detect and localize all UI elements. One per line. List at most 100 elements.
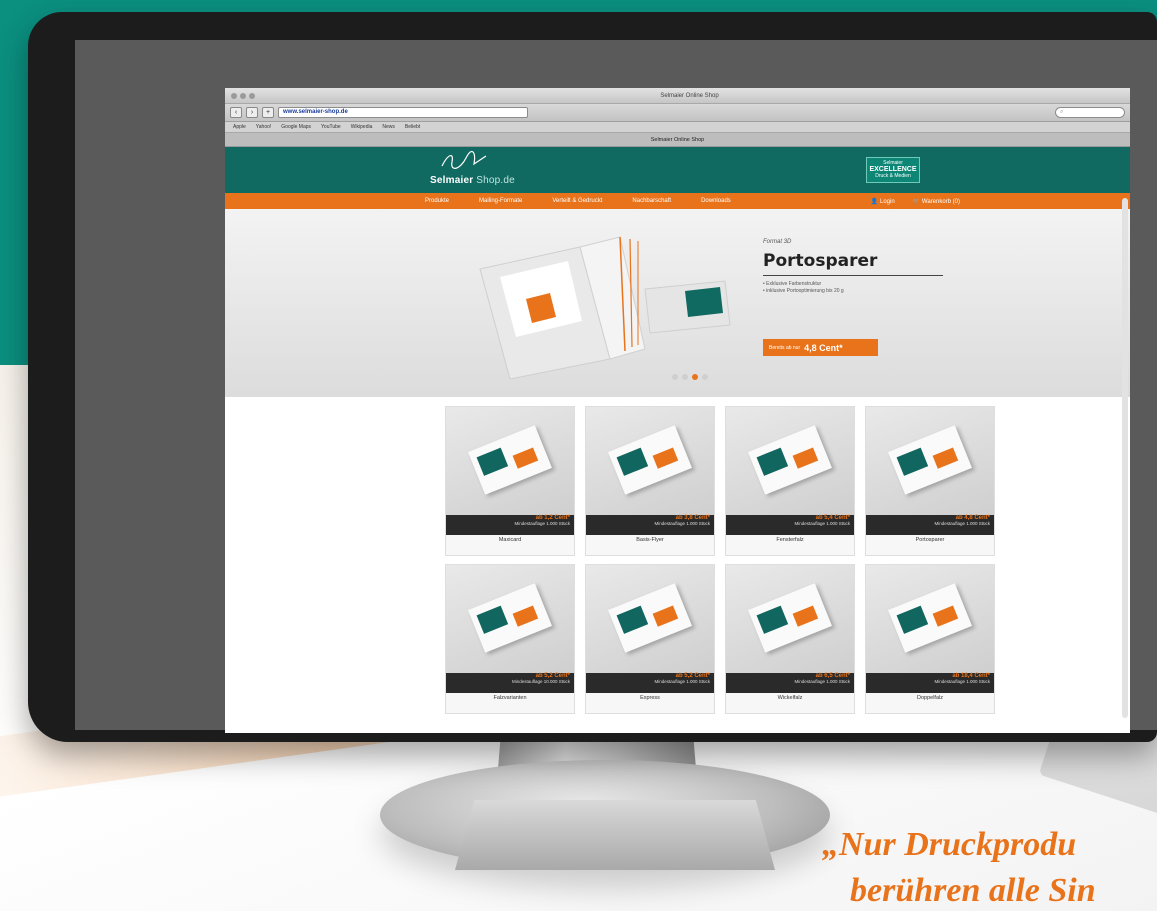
back-button[interactable]: ‹ [230, 107, 242, 118]
hero-slider: Format 3D Portosparer • Exklusive Farben… [225, 209, 1130, 397]
product-name: Express [640, 695, 660, 701]
page-scrollbar[interactable] [1122, 198, 1128, 718]
product-image [726, 407, 854, 515]
cta-label: Bereits ab nur [769, 344, 801, 351]
nav-item[interactable]: Verteilt & Gedruckt [552, 198, 602, 204]
nav-item[interactable]: Produkte [425, 198, 449, 204]
product-min-order: Mindestauflage 1.000 Stück [934, 679, 990, 684]
logo-name: Selmaier [430, 175, 474, 186]
window-title: Selmaier Online Shop [660, 92, 719, 99]
product-min-order: Mindestauflage 1.000 Stück [794, 521, 850, 526]
screen: Selmaier Online Shop ‹ › + www.selmaier-… [225, 88, 1130, 733]
nav-item[interactable]: Downloads [701, 198, 731, 204]
cart-link[interactable]: 🛒 Warenkorb (0) [913, 198, 960, 205]
hero-divider [763, 275, 943, 276]
slogan-quote: „Nur Druckprodu berühren alle Sin [822, 822, 1157, 911]
product-image [866, 565, 994, 673]
price-bar: ab 5,2 Cent* Mindestauflage 1.000 Stück [586, 673, 714, 693]
hero-bullet: • inklusive Portooptimierung bis 20 g [763, 288, 844, 294]
forward-button[interactable]: › [246, 107, 258, 118]
tab-active[interactable]: Selmaier Online Shop [651, 137, 705, 143]
address-bar[interactable]: www.selmaier-shop.de [278, 107, 528, 118]
site-nav: Produkte Mailing-Formate Verteilt & Gedr… [225, 193, 1130, 209]
product-image [866, 407, 994, 515]
add-bookmark-button[interactable]: + [262, 107, 274, 118]
cta-price: 4,8 Cent* [804, 342, 843, 353]
product-min-order: Mindestauflage 1.000 Stück [794, 679, 850, 684]
hero-cta-button[interactable]: Bereits ab nur 4,8 Cent* [763, 339, 878, 356]
slider-dot[interactable] [702, 374, 708, 380]
product-card[interactable]: ab 4,8 Cent* Mindestauflage 1.000 Stück … [865, 406, 995, 556]
price-bar: ab 5,4 Cent* Mindestauflage 1.000 Stück [726, 515, 854, 535]
bookmark-item[interactable]: Yahoo! [256, 124, 271, 130]
product-image [446, 407, 574, 515]
product-min-order: Mindestauflage 1.000 Stück [934, 521, 990, 526]
search-input[interactable]: ⌕ [1055, 107, 1125, 118]
product-card[interactable]: ab 18,4 Cent* Mindestauflage 1.000 Stück… [865, 564, 995, 714]
hero-kicker: Format 3D [763, 239, 792, 245]
close-window-button[interactable] [231, 92, 237, 99]
bookmark-item[interactable]: Google Maps [281, 124, 311, 130]
logo-suffix: Shop.de [476, 175, 515, 186]
browser-toolbar: ‹ › + www.selmaier-shop.de ⌕ [225, 104, 1130, 122]
signature-logo-icon[interactable] [440, 150, 490, 172]
hero-title: Portosparer [763, 251, 878, 271]
price-bar: ab 1,2 Cent* Mindestauflage 1.000 Stück [446, 515, 574, 535]
monitor-stand-front [455, 800, 775, 870]
site-header: Selmaier Shop.de Selmaier EXCELLENCE Dru… [225, 147, 1130, 193]
bookmark-item[interactable]: Wikipedia [351, 124, 373, 130]
monitor: Selmaier Online Shop ‹ › + www.selmaier-… [28, 12, 1157, 742]
window-controls[interactable] [231, 92, 255, 99]
product-name: Doppelfalz [917, 695, 943, 701]
badge-main: EXCELLENCE [869, 166, 917, 173]
product-card[interactable]: ab 3,8 Cent* Mindestauflage 1.000 Stück … [585, 406, 715, 556]
cart-label: Warenkorb (0) [921, 198, 960, 205]
slider-dot-active[interactable] [692, 374, 698, 380]
site-logo[interactable]: Selmaier Shop.de [430, 175, 515, 186]
product-card[interactable]: ab 5,4 Cent* Mindestauflage 1.000 Stück … [725, 406, 855, 556]
price-bar: ab 6,5 Cent* Mindestauflage 1.000 Stück [726, 673, 854, 693]
bookmark-item[interactable]: Apple [233, 124, 246, 130]
hero-bullet: • Exklusive Farbenstruktur [763, 281, 822, 287]
quote-line-1: „Nur Druckprodu [822, 826, 1077, 863]
product-card[interactable]: ab 5,2 Cent* Mindestauflage 1.000 Stück … [585, 564, 715, 714]
product-name: Fensterfalz [776, 537, 804, 543]
price-bar: ab 4,8 Cent* Mindestauflage 1.000 Stück [866, 515, 994, 535]
product-image [586, 407, 714, 515]
nav-item[interactable]: Nachbarschaft [632, 198, 671, 204]
minimize-window-button[interactable] [240, 92, 246, 99]
product-min-order: Mindestauflage 1.000 Stück [654, 521, 710, 526]
badge-bottom: Druck & Medien [875, 173, 911, 179]
product-card[interactable]: ab 1,2 Cent* Mindestauflage 1.000 Stück … [445, 406, 575, 556]
product-grid: ab 1,2 Cent* Mindestauflage 1.000 Stück … [445, 406, 995, 714]
product-name: Falzvarianten [493, 695, 527, 701]
product-image [586, 565, 714, 673]
slider-dot[interactable] [682, 374, 688, 380]
bookmark-item[interactable]: YouTube [321, 124, 341, 130]
product-name: Basis-Flyer [636, 537, 664, 543]
hero-bullet-text: inklusive Portooptimierung bis 20 g [766, 288, 844, 294]
hero-bullets: • Exklusive Farbenstruktur • inklusive P… [763, 281, 844, 295]
product-image [726, 565, 854, 673]
login-link[interactable]: 👤 Login [871, 198, 895, 205]
product-card[interactable]: ab 6,5 Cent* Mindestauflage 1.000 Stück … [725, 564, 855, 714]
price-bar: ab 18,4 Cent* Mindestauflage 1.000 Stück [866, 673, 994, 693]
nav-right: 👤 Login 🛒 Warenkorb (0) [871, 198, 1130, 205]
product-min-order: Mindestauflage 10.000 Stück [511, 679, 570, 684]
nav-item[interactable]: Mailing-Formate [479, 198, 522, 204]
quote-line-2: berühren alle Sin [850, 872, 1096, 909]
monitor-bezel: Selmaier Online Shop ‹ › + www.selmaier-… [75, 40, 1157, 733]
login-label: Login [880, 198, 895, 205]
slider-dot[interactable] [672, 374, 678, 380]
product-min-order: Mindestauflage 1.000 Stück [654, 679, 710, 684]
hero-bullet-text: Exklusive Farbenstruktur [766, 281, 822, 287]
tab-bar: Selmaier Online Shop [225, 133, 1130, 147]
bookmark-item[interactable]: Beliebt [405, 124, 420, 130]
bookmarks-bar: Apple Yahoo! Google Maps YouTube Wikiped… [225, 122, 1130, 133]
product-min-order: Mindestauflage 1.000 Stück [514, 521, 570, 526]
product-name: Maxicard [498, 537, 522, 543]
slider-dots [672, 374, 708, 380]
bookmark-item[interactable]: News [382, 124, 395, 130]
browser-titlebar: Selmaier Online Shop [225, 88, 1130, 104]
product-card[interactable]: ab 5,2 Cent* Mindestauflage 10.000 Stück… [445, 564, 575, 714]
